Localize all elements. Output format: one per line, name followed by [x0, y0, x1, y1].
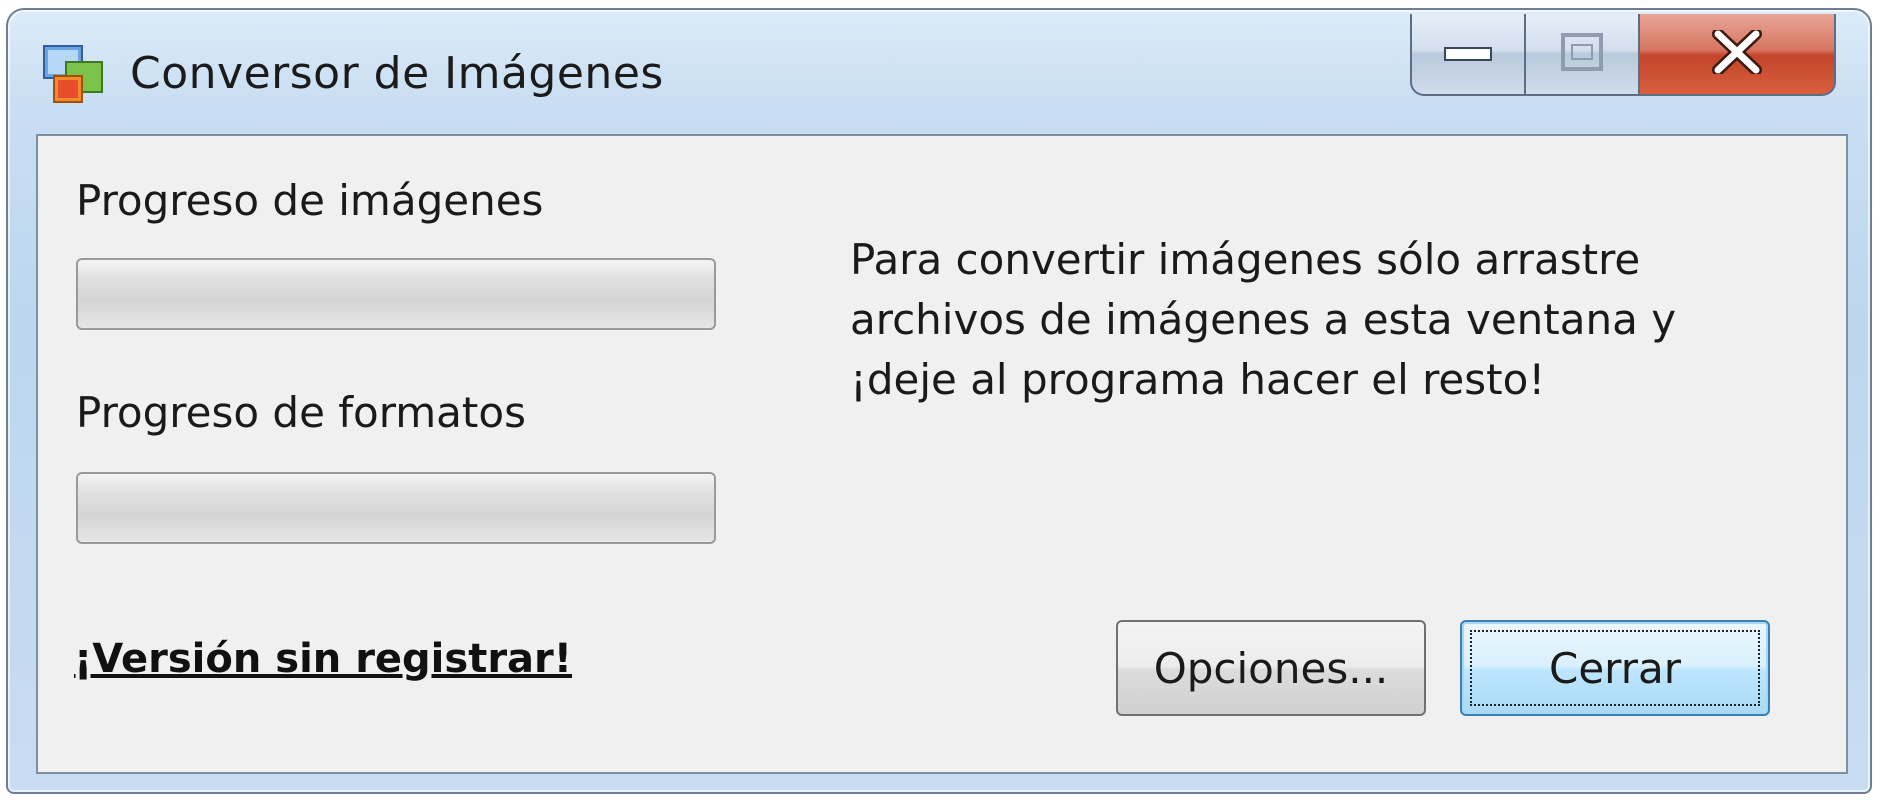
unregistered-version-link[interactable]: ¡Versión sin registrar! [74, 636, 572, 682]
formats-progress-bar [76, 472, 716, 544]
close-button-label: Cerrar [1549, 643, 1681, 693]
formats-progress-label: Progreso de formatos [76, 388, 526, 437]
options-button-label: Opciones... [1153, 643, 1389, 693]
images-progress-bar [76, 258, 716, 330]
minimize-button[interactable] [1410, 14, 1526, 96]
maximize-icon [1560, 32, 1604, 76]
client-area: Progreso de imágenes Progreso de formato… [36, 134, 1848, 774]
options-button[interactable]: Opciones... [1116, 620, 1426, 716]
title-bar[interactable]: Conversor de Imágenes [8, 10, 1870, 130]
maximize-button[interactable] [1526, 14, 1640, 96]
close-window-button[interactable] [1640, 14, 1836, 96]
close-button[interactable]: Cerrar [1460, 620, 1770, 716]
images-progress-label: Progreso de imágenes [76, 176, 544, 225]
app-window: Conversor de Imágenes Progreso de imágen… [6, 8, 1872, 794]
caption-buttons [1410, 14, 1836, 96]
app-icon [40, 40, 110, 110]
instructions-text: Para convertir imágenes sólo arrastre ar… [850, 235, 1677, 404]
close-icon [1712, 28, 1762, 78]
window-title: Conversor de Imágenes [130, 48, 664, 99]
minimize-icon [1443, 40, 1493, 68]
